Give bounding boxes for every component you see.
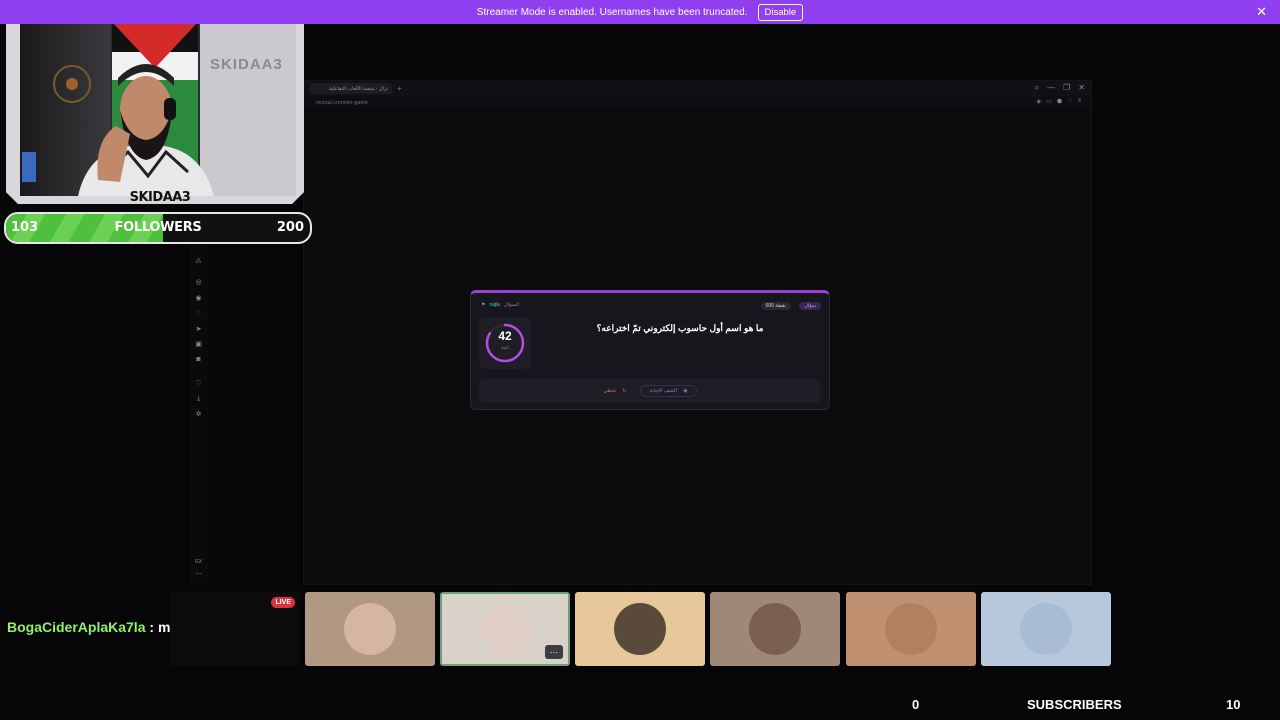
reveal-answer-button[interactable]: اكشف الإجابة ◉: [640, 385, 697, 397]
avatar: [1020, 603, 1072, 655]
heart-icon[interactable]: ♡: [1067, 98, 1072, 105]
browser-tab[interactable]: نزال - منصة الألعاب التفاعلية: [310, 83, 392, 94]
chat-icon[interactable]: ◉: [194, 294, 203, 303]
instagram-icon[interactable]: ▣: [194, 340, 203, 349]
timer-value: 42: [498, 329, 512, 343]
maximize-button[interactable]: ❐: [1063, 83, 1070, 93]
new-tab-button[interactable]: +: [397, 84, 402, 93]
flag-icon[interactable]: ⚑: [481, 302, 485, 308]
ghost-icon[interactable]: ◬: [194, 256, 203, 265]
participant-tile-selected[interactable]: …: [440, 592, 570, 666]
reveal-label: اكشف الإجابة: [649, 388, 678, 394]
question-type-badge: سؤال: [799, 302, 821, 310]
avatar: [344, 603, 396, 655]
quiz-actions: تخطي ↻ اكشف الإجابة ◉: [479, 379, 821, 403]
search-icon[interactable]: ⌕: [1035, 83, 1039, 93]
chat-separator: :: [145, 619, 158, 635]
discord-icon[interactable]: ◙: [194, 355, 203, 364]
extension-icon[interactable]: ⬢: [1057, 98, 1062, 105]
quiz-card: ⚑ najla السؤال 600 نقطة سؤال 42 ثانية ما…: [470, 290, 830, 410]
participant-tile[interactable]: [710, 592, 840, 666]
quiz-user-prefix: السؤال: [504, 302, 520, 308]
quiz-question: ما هو اسم أول حاسوب إلكتروني تمّ اختراعه…: [596, 323, 764, 333]
quiz-user: ⚑ najla السؤال: [481, 302, 519, 308]
avatar: [481, 605, 533, 657]
heart-icon[interactable]: ♡: [194, 379, 203, 388]
close-window-button[interactable]: ✕: [1078, 83, 1085, 93]
points-badge: 600 نقطة: [760, 302, 791, 310]
browser-sidebar: ◬ ◎ ◉ ◌ ➤ ▣ ◙ ♡ ⤓ ✲ GX ⋯: [190, 240, 208, 585]
minimize-button[interactable]: —: [1047, 83, 1055, 93]
banner-message: Streamer Mode is enabled. Usernames have…: [476, 6, 748, 18]
disable-streamer-mode-button[interactable]: Disable: [757, 3, 804, 21]
live-badge: LIVE: [271, 597, 295, 608]
stream-overlay-screen: نزال - منصة الألعاب التفاعلية + ⌕ — ❐ ✕ …: [0, 0, 1280, 720]
url-text[interactable]: nezzal.com/sin-game: [316, 100, 368, 106]
download-icon[interactable]: ⤓: [194, 394, 203, 403]
wall-brand-text: SKIDAA3: [210, 56, 283, 73]
webcam-feed: SKIDAA3: [20, 22, 296, 196]
webcam-frame: SKIDAA3 SKIDAA3: [6, 6, 304, 204]
subscribers-label: SUBSCRIBERS: [1027, 697, 1122, 712]
shield-icon[interactable]: ◈: [1037, 98, 1042, 105]
followers-label: FOLLOWERS: [114, 220, 202, 235]
avatar: [885, 603, 937, 655]
participant-tile[interactable]: [305, 592, 435, 666]
participant-tile[interactable]: [575, 592, 705, 666]
participant-tile-live[interactable]: LIVE: [170, 592, 300, 666]
participant-tile[interactable]: [846, 592, 976, 666]
menu-icon[interactable]: ≡: [1077, 98, 1081, 105]
close-icon[interactable]: ✕: [1256, 4, 1267, 20]
gear-icon[interactable]: ✲: [194, 410, 203, 419]
timer: 42 ثانية: [479, 317, 531, 369]
eye-icon: ◉: [683, 388, 688, 394]
more-icon[interactable]: ⋯: [194, 570, 203, 579]
telegram-icon[interactable]: ➤: [194, 325, 203, 334]
browser-titlebar: نزال - منصة الألعاب التفاعلية + ⌕ — ❐ ✕: [304, 81, 1091, 96]
settings-icon[interactable]: ◎: [194, 278, 203, 287]
streamer-name-tag: SKIDAA3: [129, 190, 191, 205]
more-options-button[interactable]: …: [545, 645, 563, 659]
quiz-header: ⚑ najla السؤال 600 نقطة سؤال: [481, 302, 821, 312]
sidebar-footer-label: GX: [194, 559, 203, 565]
chat-username: BogaCiderAplaKa7la: [7, 619, 146, 635]
avatar: [614, 603, 666, 655]
whatsapp-icon[interactable]: ◌: [194, 309, 203, 318]
timer-unit: ثانية: [501, 345, 509, 350]
followers-goal: 200: [276, 220, 304, 235]
address-bar[interactable]: nezzal.com/sin-game ◈ ▭ ⬢ ♡ ≡: [304, 96, 1091, 109]
subscribers-goal: 10: [1226, 697, 1241, 712]
skip-label: تخطي: [603, 388, 617, 394]
participant-tile[interactable]: [981, 592, 1111, 666]
followers-goal-bar: 103 FOLLOWERS 200: [4, 212, 312, 244]
streamer-mode-banner: Streamer Mode is enabled. Usernames have…: [0, 0, 1280, 24]
bookmark-icon[interactable]: ▭: [1046, 98, 1052, 105]
quiz-username: najla: [489, 302, 501, 308]
subscribers-current: 0: [912, 697, 920, 712]
avatar: [749, 603, 801, 655]
refresh-icon: ↻: [622, 388, 627, 394]
streamer-figure: [78, 64, 214, 196]
skip-button[interactable]: تخطي ↻: [603, 388, 626, 394]
